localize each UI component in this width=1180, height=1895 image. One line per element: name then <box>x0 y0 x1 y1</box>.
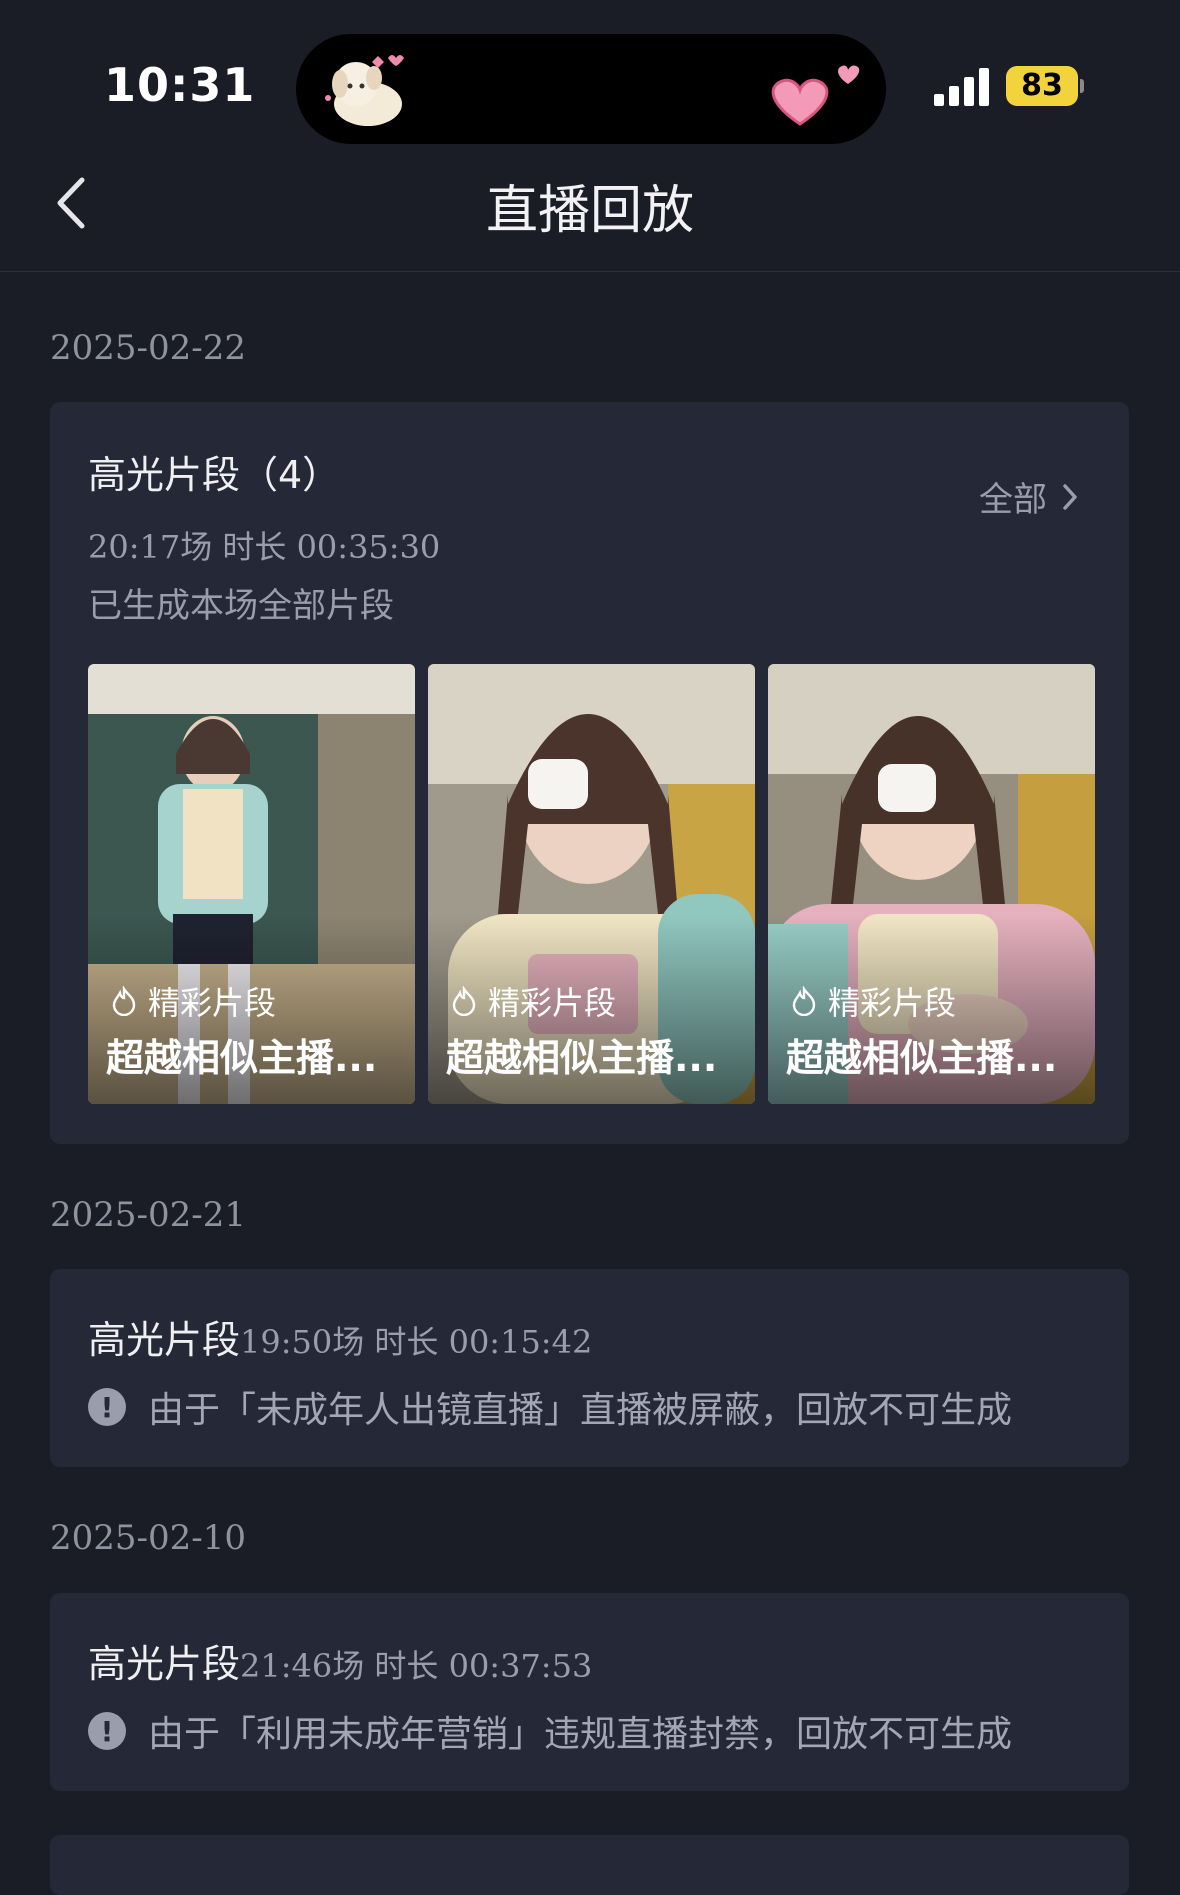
warning-icon: ! <box>88 1388 126 1426</box>
clip-thumbnail[interactable]: 精彩片段 超越相似主播... <box>768 664 1095 1104</box>
view-all-link[interactable]: 全部 <box>979 472 1079 521</box>
section-date: 2025-02-22 <box>50 328 247 368</box>
clip-tag: 精彩片段 <box>790 978 956 1024</box>
card-title: 高光片段（4） <box>88 453 341 497</box>
session-meta: 20:17场 时长 00:35:30 <box>88 528 441 566</box>
section-date: 2025-02-10 <box>50 1518 247 1558</box>
view-all-label: 全部 <box>979 480 1047 520</box>
clip-tag-label: 精彩片段 <box>488 984 617 1022</box>
dynamic-island <box>296 34 886 144</box>
session-meta: 19:50场 时长 00:15:42 <box>240 1323 593 1361</box>
highlight-card: 高光片段21:46场 时长 00:37:53 ! 由于「利用未成年营销」违规直播… <box>50 1593 1129 1791</box>
session-meta: 21:46场 时长 00:37:53 <box>240 1647 593 1685</box>
puppy-sticker-icon <box>325 55 404 126</box>
next-card-partial <box>50 1835 1129 1895</box>
generation-status: 已生成本场全部片段 <box>88 586 394 626</box>
flame-icon <box>452 986 476 1016</box>
clip-tag-label: 精彩片段 <box>828 984 957 1022</box>
warning-text: 由于「利用未成年营销」违规直播封禁，回放不可生成 <box>148 1714 1013 1755</box>
warning-icon: ! <box>88 1712 126 1750</box>
flame-icon <box>112 986 136 1016</box>
hearts-sticker-icon <box>771 65 860 126</box>
highlight-card: 高光片段19:50场 时长 00:15:42 ! 由于「未成年人出镜直播」直播被… <box>50 1269 1129 1467</box>
card-title: 高光片段21:46场 时长 00:37:53 <box>88 1633 592 1688</box>
clip-caption: 超越相似主播... <box>786 1036 1058 1080</box>
clip-thumbnail[interactable]: 精彩片段 超越相似主播... <box>428 664 755 1104</box>
card-title: 高光片段19:50场 时长 00:15:42 <box>88 1309 592 1364</box>
warning-row: ! 由于「未成年人出镜直播」直播被屏蔽，回放不可生成 <box>88 1381 1012 1433</box>
clip-tag: 精彩片段 <box>110 978 276 1024</box>
status-time: 10:31 <box>104 58 256 112</box>
page-title: 直播回放 <box>485 181 694 241</box>
section-date: 2025-02-21 <box>50 1195 247 1235</box>
clip-caption: 超越相似主播... <box>106 1036 378 1080</box>
header-divider <box>0 271 1180 272</box>
clip-thumbnails: 精彩片段 超越相似主播... 精彩片段 超越相似主播... 精彩片段 超越相似主… <box>88 664 1095 1104</box>
chevron-right-icon <box>1063 483 1077 510</box>
clip-caption: 超越相似主播... <box>446 1036 718 1080</box>
warning-row: ! 由于「利用未成年营销」违规直播封禁，回放不可生成 <box>88 1705 1012 1757</box>
highlight-card: 高光片段（4） 全部 20:17场 时长 00:35:30 已生成本场全部片段 <box>50 402 1129 1144</box>
flame-icon <box>792 986 816 1016</box>
card-title-label: 高光片段 <box>88 1642 241 1686</box>
clip-tag-label: 精彩片段 <box>148 984 277 1022</box>
warning-text: 由于「未成年人出镜直播」直播被屏蔽，回放不可生成 <box>148 1390 1013 1431</box>
clip-tag: 精彩片段 <box>450 978 616 1024</box>
battery-indicator: 83 <box>1006 66 1078 106</box>
clip-thumbnail[interactable]: 精彩片段 超越相似主播... <box>88 664 415 1104</box>
card-title-label: 高光片段 <box>88 1318 241 1362</box>
signal-icon <box>934 66 990 106</box>
battery-tip <box>1080 79 1084 93</box>
